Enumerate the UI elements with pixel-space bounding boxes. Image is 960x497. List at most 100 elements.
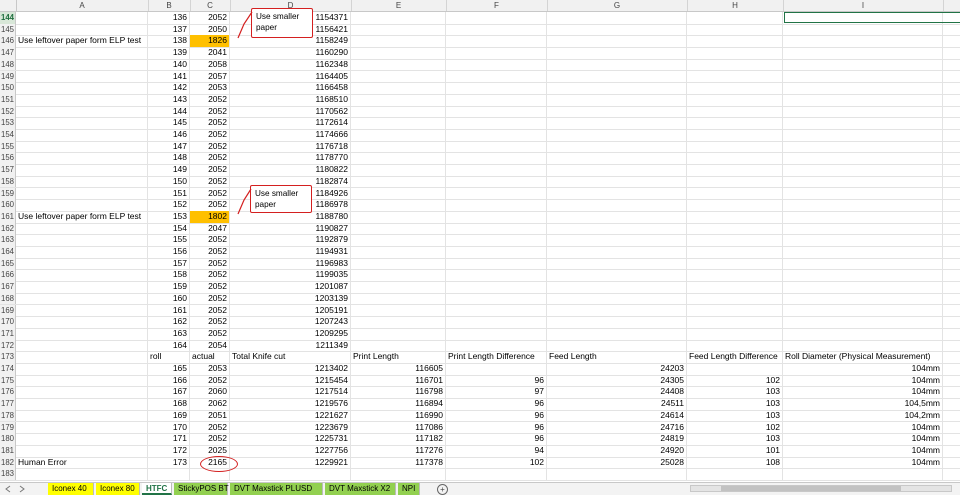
cell-c[interactable]: 2052 [190, 140, 230, 153]
cell-f[interactable] [446, 129, 547, 141]
cell-f[interactable]: 96 [446, 433, 547, 445]
cell-e[interactable] [351, 246, 446, 258]
cell-i[interactable] [783, 246, 943, 258]
cell-i[interactable] [783, 269, 943, 282]
cell-e[interactable]: 116894 [351, 398, 446, 410]
column-header-b[interactable]: B [148, 0, 191, 11]
cell-f[interactable]: 97 [446, 386, 547, 399]
cell-c[interactable]: 1826 [190, 35, 230, 48]
cell-h[interactable] [687, 140, 783, 153]
cell-g[interactable] [547, 222, 687, 235]
cell-c[interactable]: 2052 [190, 269, 230, 282]
cell-i[interactable] [783, 105, 943, 118]
cell-e[interactable] [351, 187, 446, 200]
cell-i[interactable]: 104mm [783, 444, 943, 457]
cell-c[interactable]: 2052 [190, 12, 230, 24]
cell-h[interactable] [687, 269, 783, 282]
cell-e[interactable] [351, 140, 446, 153]
cell-a[interactable] [16, 199, 148, 211]
error-circle-annotation[interactable] [200, 456, 238, 472]
cell-a[interactable] [16, 292, 148, 305]
cell-d[interactable]: 1219576 [230, 398, 351, 410]
cell-c[interactable]: 2051 [190, 409, 230, 422]
cell-g[interactable] [547, 304, 687, 317]
cell-f[interactable] [446, 199, 547, 211]
cell-a[interactable] [16, 444, 148, 457]
cell-g[interactable] [547, 117, 687, 129]
cell-h[interactable] [687, 363, 783, 375]
cell-f[interactable] [446, 222, 547, 235]
row-header[interactable]: 148 [0, 58, 16, 71]
sheet-nav-arrow-icon[interactable] [0, 483, 44, 495]
cell-h[interactable]: 102 [687, 421, 783, 434]
cell-f[interactable]: 96 [446, 374, 547, 387]
cell-d[interactable]: 1166458 [230, 82, 351, 94]
cell-b[interactable]: 173 [148, 456, 190, 469]
cell-g[interactable]: 24819 [547, 433, 687, 445]
cell-g[interactable]: 24408 [547, 386, 687, 399]
cell-d[interactable]: 1215454 [230, 374, 351, 387]
row-header[interactable]: 177 [0, 398, 16, 410]
cell-a[interactable] [16, 105, 148, 118]
cell-b[interactable]: 164 [148, 339, 190, 352]
row-header[interactable]: 146 [0, 35, 16, 48]
row-header[interactable]: 174 [0, 363, 16, 375]
cell-i[interactable] [783, 175, 943, 188]
cell-c[interactable]: 2062 [190, 398, 230, 410]
cell-a[interactable] [16, 363, 148, 375]
cell-c[interactable]: 2050 [190, 23, 230, 36]
cell-c[interactable]: 1802 [190, 210, 230, 223]
row-header[interactable]: 152 [0, 105, 16, 118]
cell-d[interactable]: 1192879 [230, 234, 351, 246]
cell-e[interactable] [351, 269, 446, 282]
cell-c[interactable]: 2052 [190, 117, 230, 129]
cell-i[interactable] [783, 339, 943, 352]
cell-h[interactable] [687, 304, 783, 317]
cell-b[interactable]: 155 [148, 234, 190, 246]
cell-i[interactable]: 104mm [783, 363, 943, 375]
cell-g[interactable] [547, 292, 687, 305]
column-header-e[interactable]: E [351, 0, 447, 11]
cell-i[interactable] [783, 47, 943, 59]
cell-c[interactable]: 2052 [190, 175, 230, 188]
cell-d[interactable]: 1225731 [230, 433, 351, 445]
cell-h[interactable] [687, 164, 783, 176]
cell-c[interactable]: 2052 [190, 292, 230, 305]
cell-h[interactable]: 103 [687, 386, 783, 399]
cell-g[interactable] [547, 316, 687, 328]
cell-e[interactable] [351, 105, 446, 118]
cell-i[interactable] [783, 164, 943, 176]
cell-d[interactable]: 1190827 [230, 222, 351, 235]
cell-d[interactable]: 1170562 [230, 105, 351, 118]
row-header[interactable]: 164 [0, 246, 16, 258]
sheet-tab[interactable]: HTFC [142, 483, 172, 495]
cell-g[interactable] [547, 468, 687, 480]
row-header[interactable]: 182 [0, 456, 16, 469]
cell-f[interactable] [446, 269, 547, 282]
cell-h[interactable] [687, 93, 783, 106]
cell-a[interactable] [16, 281, 148, 293]
cell-b[interactable]: 168 [148, 398, 190, 410]
cell-f[interactable] [446, 292, 547, 305]
cell-a[interactable]: Use leftover paper form ELP test [16, 210, 148, 223]
cell-i[interactable] [783, 70, 943, 83]
cell-f[interactable]: 96 [446, 398, 547, 410]
cell-f[interactable] [446, 23, 547, 36]
cell-f[interactable] [446, 363, 547, 375]
cell-a[interactable] [16, 269, 148, 282]
cell-a[interactable] [16, 187, 148, 200]
cell-f[interactable]: 96 [446, 421, 547, 434]
cell-e[interactable]: 117378 [351, 456, 446, 469]
cell-g[interactable] [547, 93, 687, 106]
cell-g[interactable] [547, 175, 687, 188]
cell-c[interactable]: actual [190, 351, 230, 363]
cell-c[interactable]: 2060 [190, 386, 230, 399]
cell-c[interactable]: 2047 [190, 222, 230, 235]
cell-e[interactable] [351, 70, 446, 83]
cell-b[interactable]: 136 [148, 12, 190, 24]
cell-h[interactable]: 103 [687, 398, 783, 410]
cell-d[interactable]: 1217514 [230, 386, 351, 399]
row-header[interactable]: 158 [0, 175, 16, 188]
cell-a[interactable] [16, 468, 148, 480]
cell-i[interactable] [783, 222, 943, 235]
